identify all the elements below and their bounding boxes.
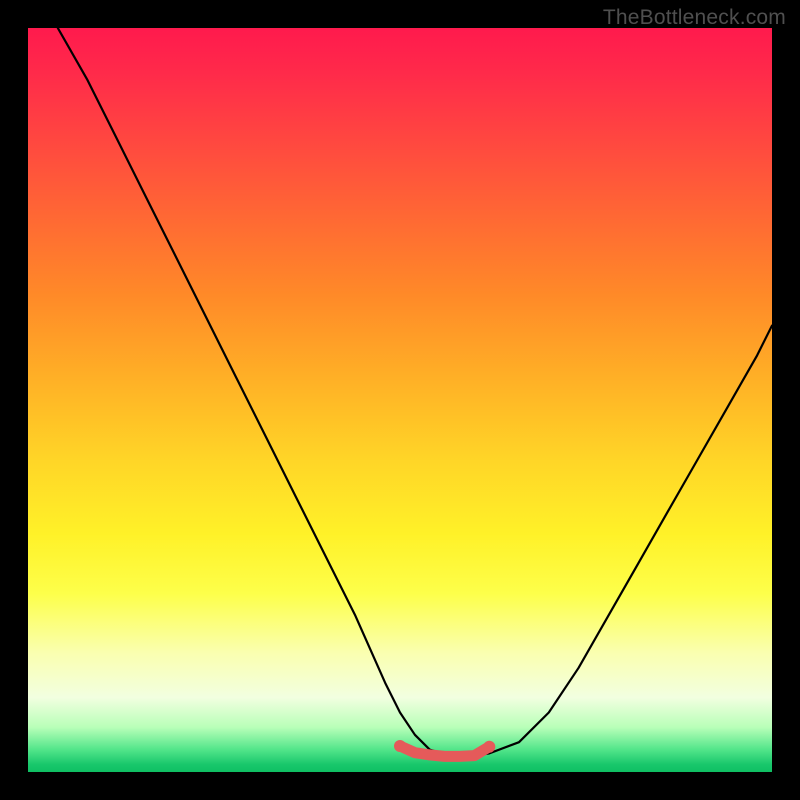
optimal-band-marker	[400, 746, 489, 756]
bottleneck-curve	[58, 28, 772, 756]
curve-layer	[28, 28, 772, 772]
optimal-band-start-dot	[394, 740, 406, 752]
optimal-band-end-dot	[483, 741, 495, 753]
chart-frame: TheBottleneck.com	[0, 0, 800, 800]
watermark-text: TheBottleneck.com	[603, 6, 786, 30]
plot-area	[28, 28, 772, 772]
